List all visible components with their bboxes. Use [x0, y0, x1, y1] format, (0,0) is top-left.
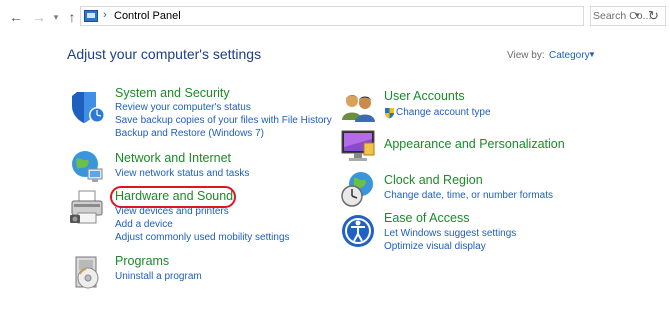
link-change-account-type[interactable]: Change account type: [396, 107, 491, 118]
address-bar: ← → ▾ ↑ › Control Panel ▾ ↻: [0, 0, 670, 34]
link-view-network-status[interactable]: View network status and tasks: [115, 168, 249, 179]
programs-disc-icon[interactable]: [68, 253, 106, 291]
category-title-network-and-internet[interactable]: Network and Internet: [115, 151, 231, 165]
view-by-chevron-down-icon[interactable]: ▼: [588, 50, 596, 59]
up-arrow-icon[interactable]: ↑: [64, 9, 80, 25]
network-globe-icon[interactable]: [68, 147, 106, 185]
link-change-date-time-formats[interactable]: Change date, time, or number formats: [384, 190, 553, 201]
ease-of-access-icon[interactable]: [340, 212, 378, 250]
uac-shield-icon: [384, 107, 395, 122]
category-title-ease-of-access[interactable]: Ease of Access: [384, 211, 469, 225]
address-field[interactable]: › Control Panel ▾ ↻: [80, 6, 659, 26]
link-save-backup-file-history[interactable]: Save backup copies of your files with Fi…: [115, 115, 332, 126]
page-title: Adjust your computer's settings: [67, 46, 262, 62]
recent-locations-chevron-icon[interactable]: ▾: [48, 9, 64, 25]
search-input[interactable]: [593, 9, 663, 23]
search-box[interactable]: [590, 6, 666, 26]
link-adjust-mobility-settings[interactable]: Adjust commonly used mobility settings: [115, 232, 290, 243]
link-optimize-visual-display[interactable]: Optimize visual display: [384, 241, 486, 252]
link-view-devices-and-printers[interactable]: View devices and printers: [115, 206, 229, 217]
back-arrow-icon[interactable]: ←: [8, 9, 24, 25]
breadcrumb-separator-icon[interactable]: ›: [103, 9, 107, 21]
link-add-a-device[interactable]: Add a device: [115, 219, 173, 230]
category-title-user-accounts[interactable]: User Accounts: [384, 89, 465, 103]
forward-arrow-icon[interactable]: →: [31, 9, 47, 25]
printer-icon[interactable]: [68, 188, 106, 226]
link-uninstall-a-program[interactable]: Uninstall a program: [115, 271, 202, 282]
shield-icon[interactable]: [68, 88, 106, 126]
category-title-system-and-security[interactable]: System and Security: [115, 86, 230, 100]
category-title-hardware-and-sound[interactable]: Hardware and Sound: [115, 189, 233, 203]
link-review-computer-status[interactable]: Review your computer's status: [115, 102, 251, 113]
breadcrumb-control-panel[interactable]: Control Panel: [114, 10, 181, 22]
monitor-icon[interactable]: [340, 127, 378, 165]
view-by-dropdown[interactable]: Category: [549, 50, 590, 61]
users-icon[interactable]: [340, 88, 378, 126]
link-let-windows-suggest-settings[interactable]: Let Windows suggest settings: [384, 228, 516, 239]
control-panel-icon: [84, 10, 98, 22]
link-backup-and-restore[interactable]: Backup and Restore (Windows 7): [115, 128, 264, 139]
category-title-clock-and-region[interactable]: Clock and Region: [384, 173, 483, 187]
clock-globe-icon[interactable]: [340, 170, 378, 208]
category-title-programs[interactable]: Programs: [115, 254, 169, 268]
category-title-appearance-and-personalization[interactable]: Appearance and Personalization: [384, 137, 565, 151]
view-by-label: View by:: [507, 50, 545, 61]
